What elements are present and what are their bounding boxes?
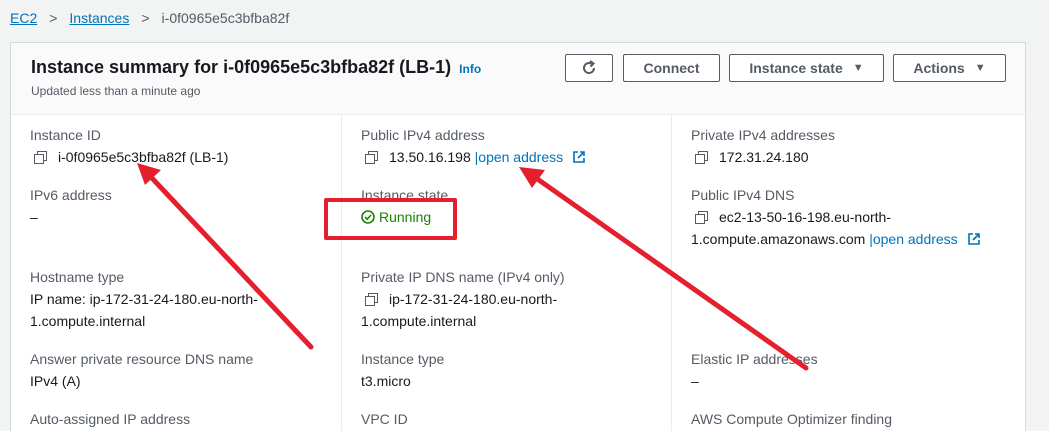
public-dns-line2-text: 1.compute.amazonaws.com bbox=[691, 231, 866, 247]
public-dns-line2: 1.compute.amazonaws.com |open address bbox=[691, 231, 980, 247]
breadcrumb-instances[interactable]: Instances bbox=[69, 10, 129, 26]
instance-id-label: Instance ID bbox=[30, 127, 101, 143]
public-ipv4-value: 13.50.16.198 |open address bbox=[365, 149, 585, 165]
instance-state-button[interactable]: Instance state ▼ bbox=[729, 54, 884, 82]
breadcrumb-current: i-0f0965e5c3bfba82f bbox=[161, 10, 290, 26]
info-link[interactable]: Info bbox=[459, 62, 481, 76]
ipv6-label: IPv6 address bbox=[30, 187, 112, 203]
hostname-type-line1: IP name: ip-172-31-24-180.eu-north- bbox=[30, 291, 258, 307]
column-divider bbox=[341, 115, 342, 431]
public-ipv4-label: Public IPv4 address bbox=[361, 127, 485, 143]
open-address-link[interactable]: |open address bbox=[475, 149, 563, 165]
updated-text: Updated less than a minute ago bbox=[31, 84, 201, 98]
public-dns-line1: ec2-13-50-16-198.eu-north- bbox=[695, 209, 891, 225]
elastic-ip-label: Elastic IP addresses bbox=[691, 351, 818, 367]
external-link-icon[interactable] bbox=[573, 151, 585, 163]
answer-dns-value: IPv4 (A) bbox=[30, 373, 81, 389]
breadcrumb-ec2[interactable]: EC2 bbox=[10, 10, 37, 26]
page-title: Instance summary for i-0f0965e5c3bfba82f… bbox=[31, 57, 481, 78]
private-dns-line1-text: ip-172-31-24-180.eu-north- bbox=[389, 291, 558, 307]
private-dns-line1: ip-172-31-24-180.eu-north- bbox=[365, 291, 557, 307]
external-link-icon[interactable] bbox=[967, 233, 980, 245]
instance-id-text: i-0f0965e5c3bfba82f (LB-1) bbox=[58, 149, 229, 165]
private-ipv4-text: 172.31.24.180 bbox=[719, 149, 809, 165]
ipv6-value: – bbox=[30, 209, 38, 225]
copy-icon[interactable] bbox=[34, 151, 47, 164]
actions-button-label: Actions bbox=[913, 60, 965, 76]
caret-down-icon: ▼ bbox=[852, 62, 864, 74]
private-dns-line2: 1.compute.internal bbox=[361, 313, 477, 329]
vpc-label: VPC ID bbox=[361, 411, 408, 427]
copy-icon[interactable] bbox=[365, 151, 378, 164]
annotation-highlight-box bbox=[324, 198, 457, 240]
caret-down-icon: ▼ bbox=[974, 62, 986, 74]
instance-type-label: Instance type bbox=[361, 351, 445, 367]
actions-button[interactable]: Actions ▼ bbox=[893, 54, 1006, 82]
public-ipv4-text: 13.50.16.198 bbox=[389, 149, 471, 165]
instance-type-value: t3.micro bbox=[361, 373, 411, 389]
auto-ip-label: Auto-assigned IP address bbox=[30, 411, 191, 427]
elastic-ip-value: – bbox=[691, 373, 699, 389]
optimizer-label: AWS Compute Optimizer finding bbox=[691, 411, 892, 427]
breadcrumb-separator: > bbox=[141, 10, 150, 26]
answer-dns-label: Answer private resource DNS name bbox=[30, 351, 254, 367]
breadcrumb-separator: > bbox=[49, 10, 58, 26]
instance-state-button-label: Instance state bbox=[749, 60, 843, 76]
hostname-type-line2: 1.compute.internal bbox=[30, 313, 146, 329]
refresh-icon bbox=[583, 60, 596, 74]
public-dns-label: Public IPv4 DNS bbox=[691, 187, 795, 203]
hostname-type-label: Hostname type bbox=[30, 269, 125, 285]
copy-icon[interactable] bbox=[695, 211, 708, 224]
page-title-text: Instance summary for i-0f0965e5c3bfba82f… bbox=[31, 57, 452, 77]
copy-icon[interactable] bbox=[695, 151, 708, 164]
instance-id-value: i-0f0965e5c3bfba82f (LB-1) bbox=[34, 149, 228, 165]
public-dns-line1-text: ec2-13-50-16-198.eu-north- bbox=[719, 209, 891, 225]
column-divider bbox=[671, 115, 672, 431]
breadcrumb: EC2 > Instances > i-0f0965e5c3bfba82f bbox=[10, 10, 289, 26]
copy-icon[interactable] bbox=[365, 293, 378, 306]
private-ipv4-value: 172.31.24.180 bbox=[695, 149, 809, 165]
private-ipv4-label: Private IPv4 addresses bbox=[691, 127, 835, 143]
panel-header: Instance summary for i-0f0965e5c3bfba82f… bbox=[11, 43, 1025, 115]
private-dns-label: Private IP DNS name (IPv4 only) bbox=[361, 269, 565, 285]
refresh-button[interactable] bbox=[565, 54, 613, 82]
open-address-link[interactable]: |open address bbox=[869, 231, 957, 247]
connect-button[interactable]: Connect bbox=[623, 54, 720, 82]
connect-button-label: Connect bbox=[643, 60, 700, 76]
